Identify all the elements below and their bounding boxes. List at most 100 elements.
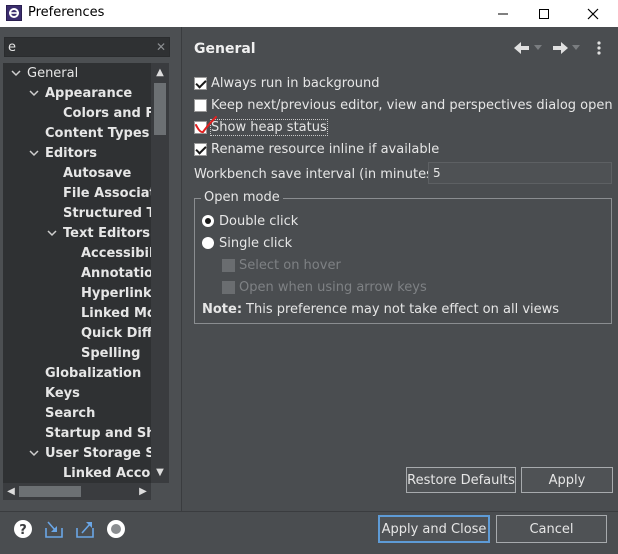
window-title: Preferences — [28, 5, 105, 20]
rename-inline-label: Rename resource inline if available — [211, 141, 440, 157]
keep-next-prev-option[interactable]: Keep next/previous editor, view and pers… — [194, 95, 613, 115]
tree-item-label: Autosave — [63, 165, 132, 181]
tree-item-label: Annotation — [81, 265, 151, 281]
tree-item-label: Quick Diff — [81, 325, 151, 341]
view-menu-icon[interactable] — [596, 40, 602, 56]
rename-inline-option[interactable]: Rename resource inline if available — [194, 139, 439, 159]
double-click-option[interactable]: Double click — [202, 211, 298, 231]
tree-item-quick-diff[interactable]: Quick Diff — [81, 323, 151, 343]
help-icon[interactable]: ? — [13, 519, 33, 539]
tree-item-spelling[interactable]: Spelling — [81, 343, 140, 363]
tree-item-colors-and-fonts[interactable]: Colors and Fo — [63, 103, 151, 123]
single-click-label: Single click — [219, 235, 293, 251]
tree-item-label: File Associatic — [63, 185, 151, 201]
always-run-background-checkbox[interactable] — [194, 76, 207, 90]
open-mode-group-label: Open mode — [201, 190, 283, 205]
chevron-down-icon[interactable] — [27, 146, 41, 160]
always-run-background-option[interactable]: Always run in background — [194, 73, 380, 93]
scroll-right-arrow-icon[interactable]: ▶ — [136, 485, 150, 499]
open-mode-group: Open mode Double click Single click Sele… — [194, 190, 612, 324]
chevron-down-icon[interactable] — [45, 226, 59, 240]
page-title: General — [194, 41, 256, 57]
single-click-option[interactable]: Single click — [202, 233, 292, 253]
tree-item-label: Text Editors — [63, 225, 151, 241]
tree-item-label: Appearance — [45, 85, 133, 101]
select-on-hover-checkbox — [222, 258, 235, 272]
tree-item-linked-mode[interactable]: Linked Moc — [81, 303, 151, 323]
tree-item-label: Structured Tex — [63, 205, 151, 221]
apply-button[interactable]: Apply — [521, 467, 613, 493]
chevron-down-icon[interactable] — [27, 446, 41, 460]
note-text: This preference may not take effect on a… — [246, 301, 560, 317]
preference-navigation-pane: ✕ General Appearance Colors and Fo Conte… — [0, 27, 181, 511]
keep-next-prev-checkbox[interactable] — [194, 98, 207, 112]
tree-item-globalization[interactable]: Globalization — [45, 363, 141, 383]
minimize-icon — [498, 13, 508, 14]
scroll-left-arrow-icon[interactable]: ◀ — [4, 485, 18, 499]
tree-item-linked-accounts[interactable]: Linked Accour — [63, 463, 151, 483]
show-heap-status-option[interactable]: Show heap status — [194, 116, 328, 137]
tree-item-autosave[interactable]: Autosave — [63, 163, 131, 183]
note-prefix: Note: — [202, 301, 243, 317]
tree-item-appearance[interactable]: Appearance — [27, 83, 132, 103]
cancel-button[interactable]: Cancel — [496, 515, 607, 543]
tree-item-structured-text[interactable]: Structured Tex — [63, 203, 151, 223]
tree-item-annotations[interactable]: Annotation — [81, 263, 151, 283]
workbench-save-interval-label: Workbench save interval (in minutes): — [194, 166, 443, 182]
tree-item-hyperlinking[interactable]: Hyperlinkin — [81, 283, 151, 303]
open-arrow-keys-option: Open when using arrow keys — [222, 277, 427, 297]
export-icon[interactable] — [75, 519, 95, 539]
tree-item-startup-and-shutdown[interactable]: Startup and Shut — [45, 423, 151, 443]
open-arrow-keys-checkbox — [222, 280, 235, 294]
maximize-icon — [539, 8, 549, 19]
open-arrow-keys-label: Open when using arrow keys — [239, 279, 427, 295]
forward-dropdown-icon[interactable] — [572, 45, 580, 51]
select-on-hover-option: Select on hover — [222, 255, 341, 275]
forward-arrow-icon[interactable] — [552, 41, 568, 55]
back-arrow-icon[interactable] — [514, 41, 530, 55]
tree-item-text-editors[interactable]: Text Editors — [45, 223, 150, 243]
minimize-button[interactable] — [480, 0, 526, 27]
tree-item-content-types[interactable]: Content Types — [45, 123, 149, 143]
tree-item-search[interactable]: Search — [45, 403, 95, 423]
scroll-up-arrow-icon[interactable]: ▲ — [153, 66, 167, 80]
tree-item-editors[interactable]: Editors — [27, 143, 97, 163]
chevron-down-icon[interactable] — [9, 66, 23, 80]
tree-item-label: General — [27, 65, 79, 81]
tree-item-label: Content Types — [45, 125, 150, 141]
svg-text:?: ? — [19, 523, 27, 538]
tree-item-file-associations[interactable]: File Associatic — [63, 183, 151, 203]
tree-item-label: Globalization — [45, 365, 142, 381]
workbench-save-interval-input[interactable] — [428, 162, 612, 184]
open-mode-note: Note: This preference may not take effec… — [202, 299, 559, 319]
tree-item-accessibility[interactable]: Accessibility — [81, 243, 151, 263]
restore-defaults-button[interactable]: Restore Defaults — [406, 467, 516, 493]
filter-input[interactable] — [4, 37, 170, 57]
rename-inline-checkbox[interactable] — [194, 142, 207, 156]
close-button[interactable] — [570, 0, 616, 27]
tree-item-general[interactable]: General — [9, 63, 78, 83]
title-bar: Preferences — [0, 0, 618, 27]
tree-item-keys[interactable]: Keys — [45, 383, 80, 403]
scrollbar-thumb[interactable] — [154, 83, 166, 135]
record-icon[interactable] — [106, 519, 126, 539]
back-dropdown-icon[interactable] — [534, 45, 542, 51]
tree-horizontal-scrollbar[interactable]: ◀ ▶ — [3, 483, 151, 500]
preference-page: General Always run in background Keep ne… — [182, 27, 618, 511]
tree-item-label: Colors and Fo — [63, 105, 151, 121]
import-icon[interactable] — [44, 519, 64, 539]
double-click-radio[interactable] — [202, 215, 214, 227]
scrollbar-thumb[interactable] — [19, 486, 81, 497]
page-navigation — [512, 39, 612, 57]
clear-filter-icon[interactable]: ✕ — [154, 40, 168, 54]
scroll-down-arrow-icon[interactable]: ▼ — [153, 466, 167, 480]
dialog-button-bar: ? Apply and Close Cancel — [0, 512, 618, 554]
double-click-label: Double click — [219, 213, 299, 229]
single-click-radio[interactable] — [202, 237, 214, 249]
chevron-down-icon[interactable] — [27, 86, 41, 100]
tree-vertical-scrollbar[interactable]: ▲ ▼ — [151, 63, 169, 483]
apply-and-close-button[interactable]: Apply and Close — [378, 515, 490, 543]
workbench-save-interval-row: Workbench save interval (in minutes): — [194, 164, 442, 184]
tree-item-user-storage-service[interactable]: User Storage Serv — [27, 443, 151, 463]
maximize-button[interactable] — [521, 0, 567, 27]
